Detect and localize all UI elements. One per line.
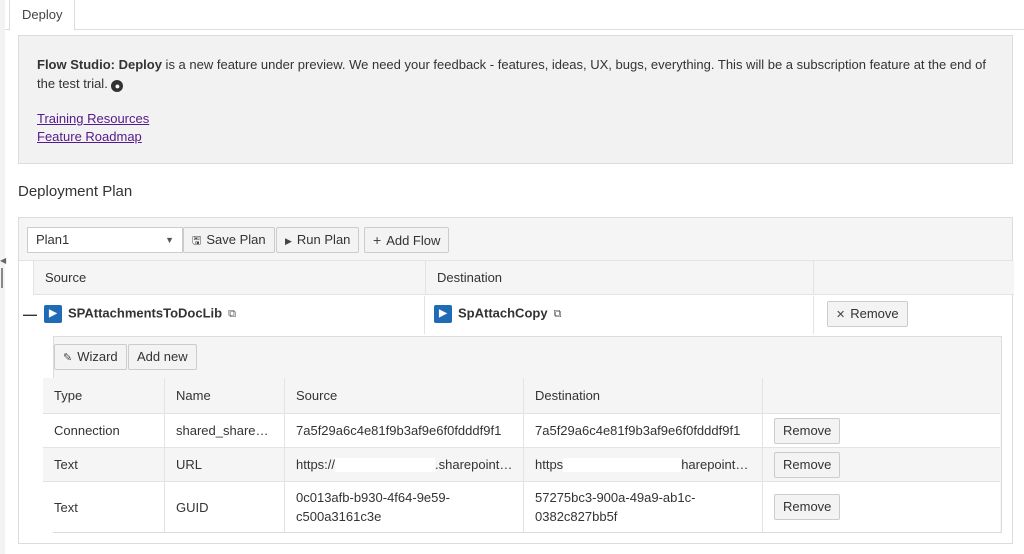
redacted-mask bbox=[335, 457, 436, 472]
plan-select[interactable]: Plan1 ▼ bbox=[27, 227, 183, 253]
divider bbox=[813, 296, 814, 334]
external-link-icon[interactable]: ⧉ bbox=[554, 308, 562, 320]
source-flow[interactable]: ▶ SPAttachmentsToDocLib ⧉ bbox=[44, 305, 236, 323]
plan-select-value: Plan1 bbox=[36, 232, 70, 247]
remove-flow-button[interactable]: ✕ Remove bbox=[827, 301, 908, 327]
plan-row: — ▶ SPAttachmentsToDocLib ⧉ ▶ SpAttachCopy ⧉… bbox=[19, 296, 1012, 334]
tab-bar: Deploy bbox=[5, 0, 1024, 31]
header-actions bbox=[762, 378, 1000, 413]
header-destination: Destination bbox=[425, 261, 813, 295]
header-destination: Destination bbox=[523, 378, 762, 413]
plan-table-header: Source Destination bbox=[33, 261, 1014, 295]
magic-wand-icon: ✎ bbox=[63, 352, 73, 364]
plan-toolbar: Plan1 ▼ 🖫 Save Plan ▶ Run Plan + Add Flow bbox=[19, 218, 1012, 261]
destination-flow[interactable]: ▶ SpAttachCopy ⧉ bbox=[434, 305, 561, 323]
deploy-page: ◀ Deploy Flow Studio: Deploy is a new fe… bbox=[0, 0, 1024, 554]
parameters-header: Type Name Source Destination bbox=[43, 378, 1000, 413]
notice-title: Flow Studio: Deploy bbox=[37, 57, 162, 72]
save-plan-button[interactable]: 🖫 Save Plan bbox=[183, 227, 275, 253]
feature-roadmap-link[interactable]: Feature Roadmap bbox=[37, 128, 994, 146]
section-title: Deployment Plan bbox=[18, 183, 133, 200]
header-source: Source bbox=[284, 378, 523, 413]
add-flow-button[interactable]: + Add Flow bbox=[364, 227, 450, 253]
notice-body: is a new feature under preview. We need … bbox=[37, 57, 986, 91]
table-row: Connection shared_share… 7a5f29a6c4e81f9… bbox=[43, 413, 1000, 447]
header-actions bbox=[813, 261, 1014, 295]
close-icon: ✕ bbox=[836, 309, 846, 321]
resize-grip-icon[interactable] bbox=[1, 268, 3, 288]
header-type: Type bbox=[54, 388, 83, 403]
add-new-button[interactable]: Add new bbox=[128, 344, 197, 370]
power-automate-icon: ▶ bbox=[434, 305, 452, 323]
play-icon: ▶ bbox=[285, 236, 292, 246]
floppy-icon: 🖫 bbox=[192, 235, 202, 247]
user-icon: ● bbox=[111, 80, 124, 92]
redacted-mask bbox=[563, 457, 682, 472]
wizard-button[interactable]: ✎ Wizard bbox=[54, 344, 127, 370]
collapse-minus-icon[interactable]: — bbox=[23, 306, 37, 322]
remove-button[interactable]: Remove bbox=[774, 451, 841, 478]
parameters-table: Type Name Source Destination Connection … bbox=[43, 378, 1000, 532]
collapse-arrow-icon[interactable]: ◀ bbox=[0, 256, 6, 265]
caret-down-icon: ▼ bbox=[165, 235, 174, 245]
table-row: Text GUID 0c013afb-b930-4f64-9e59- c500a3… bbox=[43, 481, 1000, 532]
remove-button[interactable]: Remove bbox=[774, 417, 841, 444]
training-resources-link[interactable]: Training Resources bbox=[37, 110, 994, 128]
tab-deploy[interactable]: Deploy bbox=[9, 0, 76, 31]
notice-text: Flow Studio: Deploy is a new feature und… bbox=[37, 55, 994, 93]
run-plan-button[interactable]: ▶ Run Plan bbox=[276, 227, 360, 253]
preview-notice: Flow Studio: Deploy is a new feature und… bbox=[18, 35, 1013, 164]
power-automate-icon: ▶ bbox=[44, 305, 62, 323]
remove-button[interactable]: Remove bbox=[774, 494, 841, 520]
header-name: Name bbox=[164, 378, 284, 413]
divider bbox=[424, 296, 425, 334]
table-row: Text URL https://.sharepoint… https harep… bbox=[43, 447, 1000, 481]
plus-icon: + bbox=[373, 232, 382, 248]
external-link-icon[interactable]: ⧉ bbox=[228, 308, 236, 320]
header-source: Source bbox=[33, 261, 425, 295]
